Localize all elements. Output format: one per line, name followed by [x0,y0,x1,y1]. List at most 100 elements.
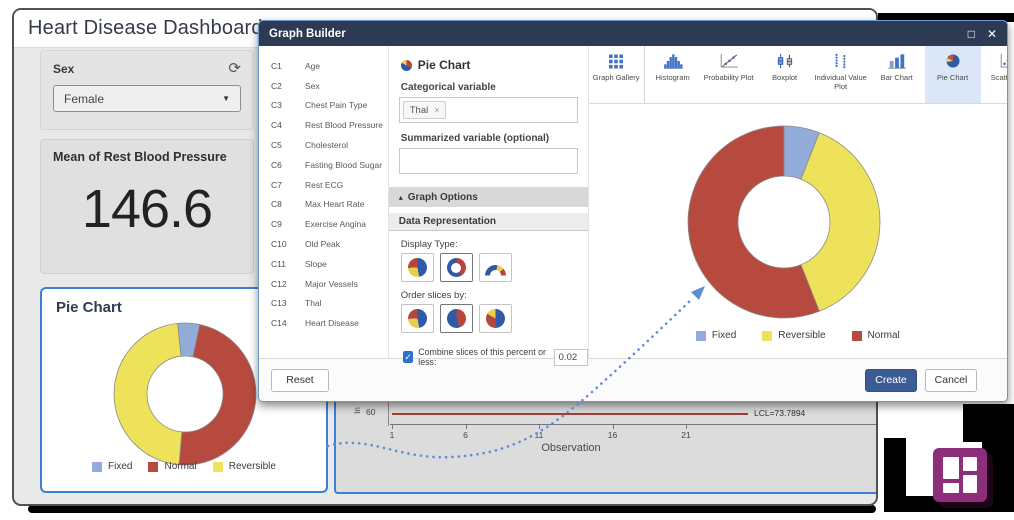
column-row[interactable]: C14Heart Disease [271,313,388,333]
maximize-icon[interactable]: □ [968,28,975,40]
lcl-reference-line [392,413,748,415]
control-chart-card[interactable]: In 60 LCL=73.7894 Observation 16111621 [334,390,878,494]
column-row[interactable]: C13Thal [271,294,388,314]
grid-icon [606,53,626,69]
combine-slices-checkbox[interactable]: ✓ [403,351,414,363]
column-name: Sex [305,81,320,91]
categorical-variable-label: Categorical variable [401,82,576,93]
sex-dropdown[interactable]: Female ▼ [53,85,241,112]
reset-button[interactable]: Reset [271,369,329,392]
categorical-variable-input[interactable]: Thal × [399,97,578,123]
toolbar-item-histogram[interactable]: Histogram [645,46,701,103]
kpi-title: Mean of Rest Blood Pressure [53,150,241,164]
legend-label: Fixed [108,461,132,472]
graph-builder-dialog: Graph Builder □ ✕ C1AgeC2SexC3Chest Pain… [258,20,1008,402]
order-increasing-button[interactable] [440,304,473,333]
toolbar-item-bar-chart[interactable]: Bar Chart [869,46,925,103]
column-row[interactable]: C6Fasting Blood Sugar [271,155,388,175]
column-row[interactable]: C12Major Vessels [271,274,388,294]
column-name: Heart Disease [305,318,359,328]
sex-filter-card: Sex ⟳ Female ▼ [40,50,254,130]
column-row[interactable]: C11Slope [271,254,388,274]
toolbar-item-label: Scatterplot [991,73,1007,82]
toolbar-item-label: Graph Gallery [593,73,640,82]
app-logo[interactable] [933,448,987,502]
order-default-button[interactable] [401,304,434,333]
toolbar-item-probability-plot[interactable]: Probability Plot [701,46,757,103]
column-id: C11 [271,259,305,269]
legend-swatch [213,462,223,472]
toolbar-item-boxplot[interactable]: Boxplot [757,46,813,103]
legend-item: Reversible [213,461,276,472]
summarized-variable-input[interactable] [399,148,578,174]
toolbar-item-scatterplot[interactable]: Scatterplot [981,46,1007,103]
x-tick-label: 11 [535,430,544,440]
toolbar-item-graph-gallery[interactable]: Graph Gallery [589,46,645,103]
column-name: Rest ECG [305,180,343,190]
variable-tag: Thal × [403,101,447,119]
order-decreasing-button[interactable] [479,304,512,333]
create-button[interactable]: Create [865,369,917,392]
control-chart-y-tick: 60 [366,407,375,417]
toolbar-item-pie-chart[interactable]: Pie Chart [925,46,981,103]
chevron-down-icon: ▼ [222,94,230,103]
builder-donut-legend: Fixed Reversible Normal [589,330,1007,341]
column-name: Age [305,61,320,71]
column-id: C6 [271,160,305,170]
legend-swatch [852,331,862,341]
display-type-donut-button[interactable] [440,253,473,282]
toolbar-item-individual-value-plot[interactable]: Individual Value Plot [813,46,869,103]
dialog-footer: Reset Create Cancel [259,358,1007,401]
pie-chart-icon [943,53,963,69]
column-row[interactable]: C7Rest ECG [271,175,388,195]
legend-item: Reversible [762,330,825,341]
column-id: C5 [271,140,305,150]
dashboard-donut-chart [110,319,260,469]
legend-label: Fixed [712,330,736,341]
pie-chart-settings-panel: Pie Chart Categorical variable Thal × Su… [388,46,589,358]
scatterplot-icon [999,53,1007,69]
combine-percent-input[interactable] [554,349,588,366]
control-chart-x-axis-title: Observation [511,442,631,454]
individual-value-plot-icon [831,53,851,69]
x-tick-label: 21 [681,430,690,440]
donut-slice-reversible[interactable] [801,133,880,312]
logo-pane [943,483,959,493]
display-type-pie-button[interactable] [401,253,434,282]
donut-slice-reversible[interactable] [114,323,182,464]
remove-tag-icon[interactable]: × [434,105,439,115]
page-title: Heart Disease Dashboard [28,17,263,40]
close-icon[interactable]: ✕ [987,28,997,40]
toolbar-item-label: Histogram [656,73,690,82]
screenshot-stage: Heart Disease Dashboard Sex ⟳ Female ▼ M… [0,0,1014,520]
refresh-icon[interactable]: ⟳ [228,61,241,76]
legend-label: Normal [868,330,900,341]
display-type-gauge-button[interactable] [479,253,512,282]
column-name: Max Heart Rate [305,199,365,209]
column-row[interactable]: C10Old Peak [271,234,388,254]
column-row[interactable]: C3Chest Pain Type [271,96,388,116]
column-name: Old Peak [305,239,340,249]
probability-plot-icon [719,53,739,69]
column-row[interactable]: C5Cholesterol [271,135,388,155]
graph-options-header[interactable]: ▴ Graph Options [389,187,588,207]
pie-solid-icon [408,258,427,277]
cancel-button[interactable]: Cancel [925,369,977,392]
legend-swatch [762,331,772,341]
column-row[interactable]: C4Rest Blood Pressure [271,115,388,135]
column-row[interactable]: C2Sex [271,76,388,96]
dialog-titlebar[interactable]: Graph Builder □ ✕ [259,21,1007,46]
column-name: Exercise Angina [305,219,366,229]
column-row[interactable]: C1Age [271,56,388,76]
pie-order-icon [486,309,505,328]
bar-chart-icon [887,53,907,69]
column-name: Thal [305,298,322,308]
control-chart-x-axis [390,424,878,425]
pie-chart-icon [401,60,412,71]
legend-label: Reversible [229,461,276,472]
column-id: C9 [271,219,305,229]
builder-donut-chart [684,122,884,322]
column-row[interactable]: C8Max Heart Rate [271,195,388,215]
column-row[interactable]: C9Exercise Angina [271,214,388,234]
pie-order-icon [408,309,427,328]
